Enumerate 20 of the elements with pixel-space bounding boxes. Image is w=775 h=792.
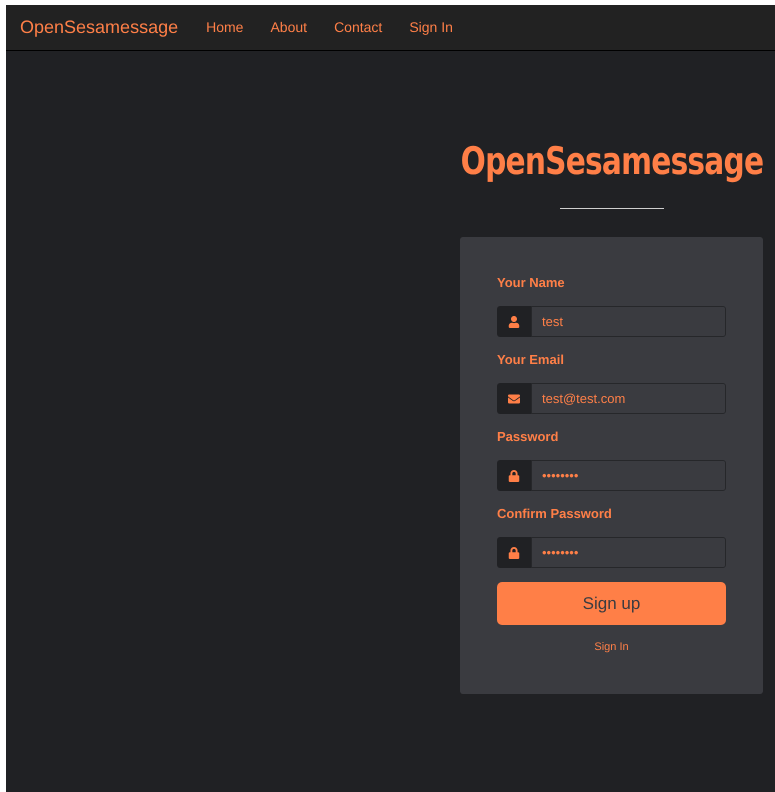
field-label: Password xyxy=(497,429,560,445)
signup-button[interactable]: Sign up xyxy=(497,582,726,625)
field-label: Your Email xyxy=(497,352,565,368)
lock-icon xyxy=(508,470,520,482)
nav-link[interactable]: Sign In xyxy=(409,17,453,38)
nav-link[interactable]: About xyxy=(270,17,308,38)
hero-title: OpenSesamessage xyxy=(460,139,763,183)
input-field[interactable]: test xyxy=(531,306,726,337)
nav-link[interactable]: Home xyxy=(206,17,244,38)
field-label: Your Name xyxy=(497,275,566,291)
person-icon xyxy=(508,316,520,328)
input-field[interactable]: •••••••• xyxy=(531,537,726,568)
input-field[interactable]: test@test.com xyxy=(531,383,726,414)
field-label: Confirm Password xyxy=(497,506,613,522)
nav-link[interactable]: Contact xyxy=(334,17,382,38)
lock-icon xyxy=(508,546,520,558)
brand-link[interactable]: OpenSesamessage xyxy=(20,14,178,41)
envelope-icon xyxy=(508,392,520,404)
input-field[interactable]: •••••••• xyxy=(531,460,726,491)
signin-link[interactable]: Sign In xyxy=(594,639,629,656)
